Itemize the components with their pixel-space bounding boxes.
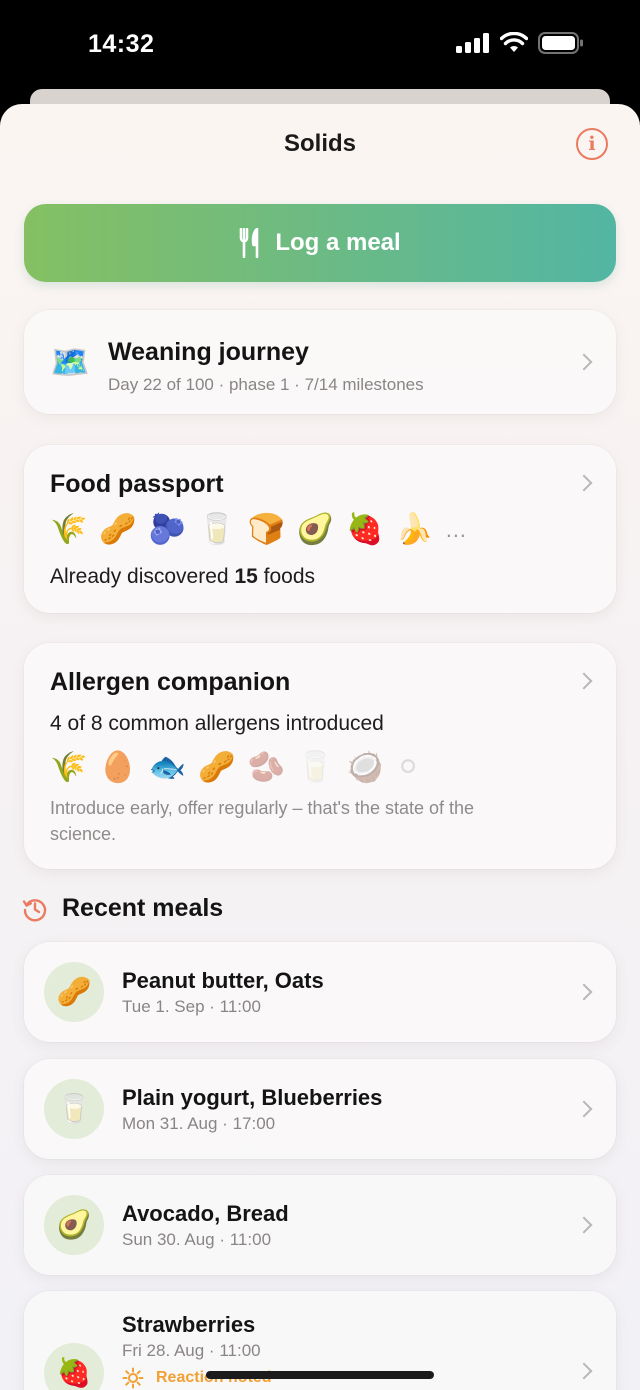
meal-title: Plain yogurt, Blueberries bbox=[122, 1085, 383, 1110]
peanut-icon: 🥜 bbox=[56, 976, 92, 1007]
history-icon bbox=[22, 898, 47, 921]
info-icon: i bbox=[588, 133, 596, 155]
food-emoji: 🫐 bbox=[148, 513, 187, 546]
allergen-emoji-row: 🌾 🥚 🐟 🥜 🫘 🥛 🥥 ⚪ bbox=[50, 753, 421, 783]
sun-icon bbox=[122, 1367, 144, 1389]
journey-subtitle: Day 22 of 100 · phase 1 · 7/14 milestone… bbox=[108, 375, 424, 394]
log-meal-button[interactable]: Log a meal bbox=[24, 204, 616, 282]
meal-row[interactable]: 🥜 Peanut butter, Oats Tue 1. Sep · 11:00 bbox=[24, 942, 616, 1042]
chevron-right-icon bbox=[575, 1362, 593, 1380]
allergen-title: Allergen companion bbox=[50, 668, 291, 696]
allergen-emoji: 🥜 bbox=[198, 751, 236, 784]
chevron-right-icon bbox=[575, 474, 593, 492]
allergen-note: Introduce early, offer regularly – that'… bbox=[50, 798, 475, 844]
food-emoji: 🍓 bbox=[346, 513, 384, 546]
chevron-right-icon bbox=[575, 353, 593, 371]
solids-sheet: Solids i Log a meal 🗺️ Weaning journey D… bbox=[0, 104, 640, 1390]
battery-icon bbox=[538, 32, 583, 54]
log-meal-label: Log a meal bbox=[275, 229, 401, 256]
recent-meals-title: Recent meals bbox=[62, 894, 224, 922]
discovered-count: 15 bbox=[234, 565, 258, 588]
meal-avatar: 🥛 bbox=[44, 1079, 104, 1139]
strawberry-icon: 🍓 bbox=[56, 1357, 92, 1388]
discovered-prefix: Already discovered bbox=[50, 565, 235, 588]
meal-title: Strawberries bbox=[122, 1312, 256, 1337]
allergen-emoji-not-introduced: 🥥 bbox=[346, 751, 384, 784]
food-emoji: 🍌 bbox=[395, 513, 433, 546]
discovered-suffix: foods bbox=[257, 565, 316, 588]
home-indicator[interactable] bbox=[206, 1371, 434, 1379]
chevron-right-icon bbox=[575, 983, 593, 1001]
meal-row[interactable]: 🥛 Plain yogurt, Blueberries Mon 31. Aug … bbox=[24, 1059, 616, 1159]
allergen-emoji: 🥚 bbox=[99, 751, 137, 784]
allergen-emoji: 🌾 bbox=[50, 751, 88, 784]
allergen-companion-card[interactable]: Allergen companion 4 of 8 common allerge… bbox=[24, 643, 616, 869]
meal-subtitle: Sun 30. Aug · 11:00 bbox=[122, 1230, 272, 1249]
recent-meals-header: Recent meals bbox=[22, 894, 223, 923]
meal-subtitle: Tue 1. Sep · 11:00 bbox=[122, 997, 261, 1016]
allergen-emoji: 🐟 bbox=[148, 751, 187, 784]
meal-avatar: 🥑 bbox=[44, 1195, 104, 1255]
meal-title: Avocado, Bread bbox=[122, 1201, 289, 1226]
meal-title: Peanut butter, Oats bbox=[122, 968, 324, 993]
avocado-icon: 🥑 bbox=[56, 1209, 92, 1240]
chevron-right-icon bbox=[575, 1100, 593, 1118]
more-indicator: … bbox=[444, 517, 467, 542]
page-title: Solids bbox=[283, 130, 356, 157]
allergen-emoji-not-introduced: 🫘 bbox=[247, 751, 285, 784]
food-emoji: 🍞 bbox=[247, 513, 285, 546]
milk-glass-icon: 🥛 bbox=[56, 1093, 92, 1124]
meal-avatar: 🍓 bbox=[44, 1343, 104, 1390]
chevron-right-icon bbox=[575, 672, 593, 690]
discovered-text: Already discovered 15 foods bbox=[50, 565, 315, 589]
wifi-icon bbox=[500, 32, 528, 52]
food-emoji: 🌾 bbox=[50, 513, 88, 546]
allergen-emoji-not-introduced: 🥛 bbox=[296, 751, 335, 784]
fork-knife-icon bbox=[240, 228, 259, 258]
journey-title: Weaning journey bbox=[108, 338, 309, 366]
allergen-emoji-not-introduced: ⚪ bbox=[395, 751, 421, 784]
passport-title: Food passport bbox=[50, 470, 224, 498]
food-passport-card[interactable]: Food passport 🌾 🥜 🫐 🥛 🍞 🥑 🍓 🍌 … Already … bbox=[24, 445, 616, 613]
food-emoji: 🥜 bbox=[99, 513, 137, 546]
meal-subtitle: Mon 31. Aug · 17:00 bbox=[122, 1114, 276, 1133]
meal-subtitle: Fri 28. Aug · 11:00 bbox=[122, 1341, 261, 1360]
meal-avatar: 🥜 bbox=[44, 962, 104, 1022]
food-emoji: 🥛 bbox=[198, 513, 236, 546]
meal-row[interactable]: 🥑 Avocado, Bread Sun 30. Aug · 11:00 bbox=[24, 1175, 616, 1275]
chevron-right-icon bbox=[575, 1216, 593, 1234]
status-icons bbox=[456, 32, 584, 54]
food-emoji: 🥑 bbox=[296, 513, 335, 546]
status-time: 14:32 bbox=[88, 30, 155, 58]
signal-icon bbox=[456, 33, 489, 53]
status-bar: 14:32 bbox=[0, 0, 640, 92]
map-icon: 🗺️ bbox=[50, 344, 90, 380]
food-emoji-row: 🌾 🥜 🫐 🥛 🍞 🥑 🍓 🍌 … bbox=[50, 515, 467, 545]
info-button[interactable]: i bbox=[576, 128, 608, 160]
allergen-summary: 4 of 8 common allergens introduced bbox=[50, 712, 384, 735]
weaning-journey-card[interactable]: 🗺️ Weaning journey Day 22 of 100 · phase… bbox=[24, 310, 616, 414]
